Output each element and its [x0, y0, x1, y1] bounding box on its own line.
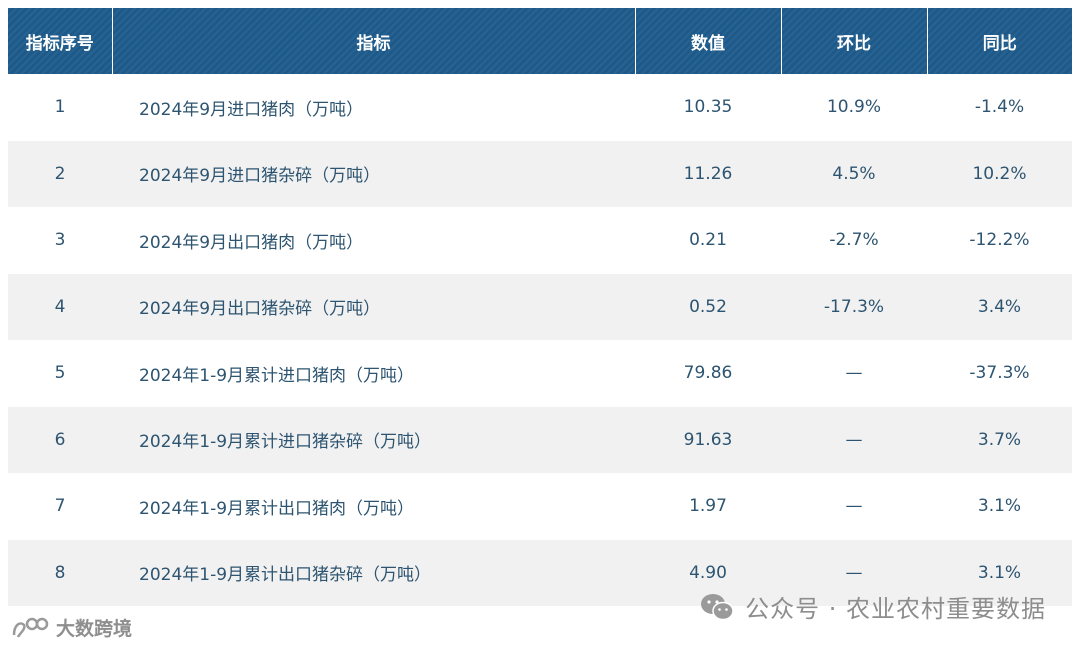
indicator-cell: 2024年1-9月累计出口猪肉（万吨）	[139, 498, 415, 519]
mom-cell: -2.7%	[829, 230, 879, 251]
brand-watermark-text: 大数跨境	[56, 618, 133, 640]
index-cell: 5	[54, 363, 66, 384]
value-cell: 0.21	[689, 230, 727, 251]
table-row: 1 2024年9月进口猪肉（万吨） 10.35 10.9% -1.4%	[8, 74, 1072, 141]
brand-logo	[12, 617, 49, 638]
table-row: 3 2024年9月出口猪肉（万吨） 0.21 -2.7% -12.2%	[8, 207, 1072, 274]
index-cell: 7	[54, 496, 66, 517]
index-cell: 3	[54, 230, 66, 251]
indicator-cell: 2024年1-9月累计进口猪杂碎（万吨）	[112, 406, 635, 473]
indicator-cell: 2024年1-9月累计出口猪杂碎（万吨）	[112, 539, 635, 606]
brand-watermark: 大数跨境	[10, 614, 132, 641]
value-cell: 10.35	[683, 97, 733, 118]
header-indicator: 指标	[111, 8, 635, 74]
header-mom: 环比	[780, 8, 927, 74]
index-cell: 8	[8, 539, 112, 606]
wechat-icon	[701, 593, 734, 620]
yoy-cell: 10.2%	[927, 140, 1072, 207]
value-cell: 1.97	[689, 496, 727, 517]
index-cell: 6	[8, 406, 112, 473]
table-row: 4 2024年9月出口猪杂碎（万吨） 0.52 -17.3% 3.4%	[8, 273, 1072, 340]
header-value: 数值	[634, 8, 781, 74]
data-table: 指标序号 指标 数值 环比 同比 1 2024年9月进口猪肉（万吨） 10.35…	[8, 8, 1072, 606]
indicator-cell: 2024年9月进口猪杂碎（万吨）	[112, 140, 635, 207]
yoy-cell: -37.3%	[969, 363, 1030, 384]
wechat-watermark-text: 公众号 · 农业农村重要数据	[745, 595, 1046, 623]
index-cell: 2	[8, 140, 112, 207]
yoy-cell: 3.4%	[927, 273, 1072, 340]
mom-cell: —	[845, 363, 863, 384]
indicator-cell: 2024年1-9月累计进口猪肉（万吨）	[139, 365, 415, 386]
yoy-cell: -12.2%	[969, 230, 1030, 251]
indicator-cell: 2024年9月出口猪杂碎（万吨）	[112, 273, 635, 340]
mom-cell: —	[781, 406, 927, 473]
yoy-cell: 3.7%	[927, 406, 1072, 473]
yoy-cell: -1.4%	[974, 97, 1025, 118]
header-index: 指标序号	[8, 8, 112, 74]
value-cell: 79.86	[683, 363, 733, 384]
table-row: 5 2024年1-9月累计进口猪肉（万吨） 79.86 — -37.3%	[8, 340, 1072, 407]
index-cell: 4	[8, 273, 112, 340]
header-yoy: 同比	[926, 8, 1072, 74]
mom-cell: -17.3%	[781, 273, 927, 340]
indicator-cell: 2024年9月出口猪肉（万吨）	[139, 232, 364, 253]
table-body: 1 2024年9月进口猪肉（万吨） 10.35 10.9% -1.4% 2 20…	[8, 74, 1072, 606]
table-row: 7 2024年1-9月累计出口猪肉（万吨） 1.97 — 3.1%	[8, 473, 1072, 540]
table-header: 指标序号 指标 数值 环比 同比	[8, 8, 1072, 74]
mom-cell: 10.9%	[826, 97, 881, 118]
indicator-cell: 2024年9月进口猪肉（万吨）	[139, 99, 364, 120]
value-cell: 91.63	[635, 406, 781, 473]
mom-cell: 4.5%	[781, 140, 927, 207]
table-row: 6 2024年1-9月累计进口猪杂碎（万吨） 91.63 — 3.7%	[8, 406, 1072, 473]
value-cell: 0.52	[635, 273, 781, 340]
value-cell: 11.26	[635, 140, 781, 207]
header-row: 指标序号 指标 数值 环比 同比	[8, 8, 1072, 74]
table-row: 2 2024年9月进口猪杂碎（万吨） 11.26 4.5% 10.2%	[8, 140, 1072, 207]
mom-cell: —	[845, 496, 863, 517]
yoy-cell: 3.1%	[977, 496, 1022, 517]
index-cell: 1	[54, 97, 66, 118]
wechat-watermark: 公众号 · 农业农村重要数据	[699, 589, 1046, 624]
